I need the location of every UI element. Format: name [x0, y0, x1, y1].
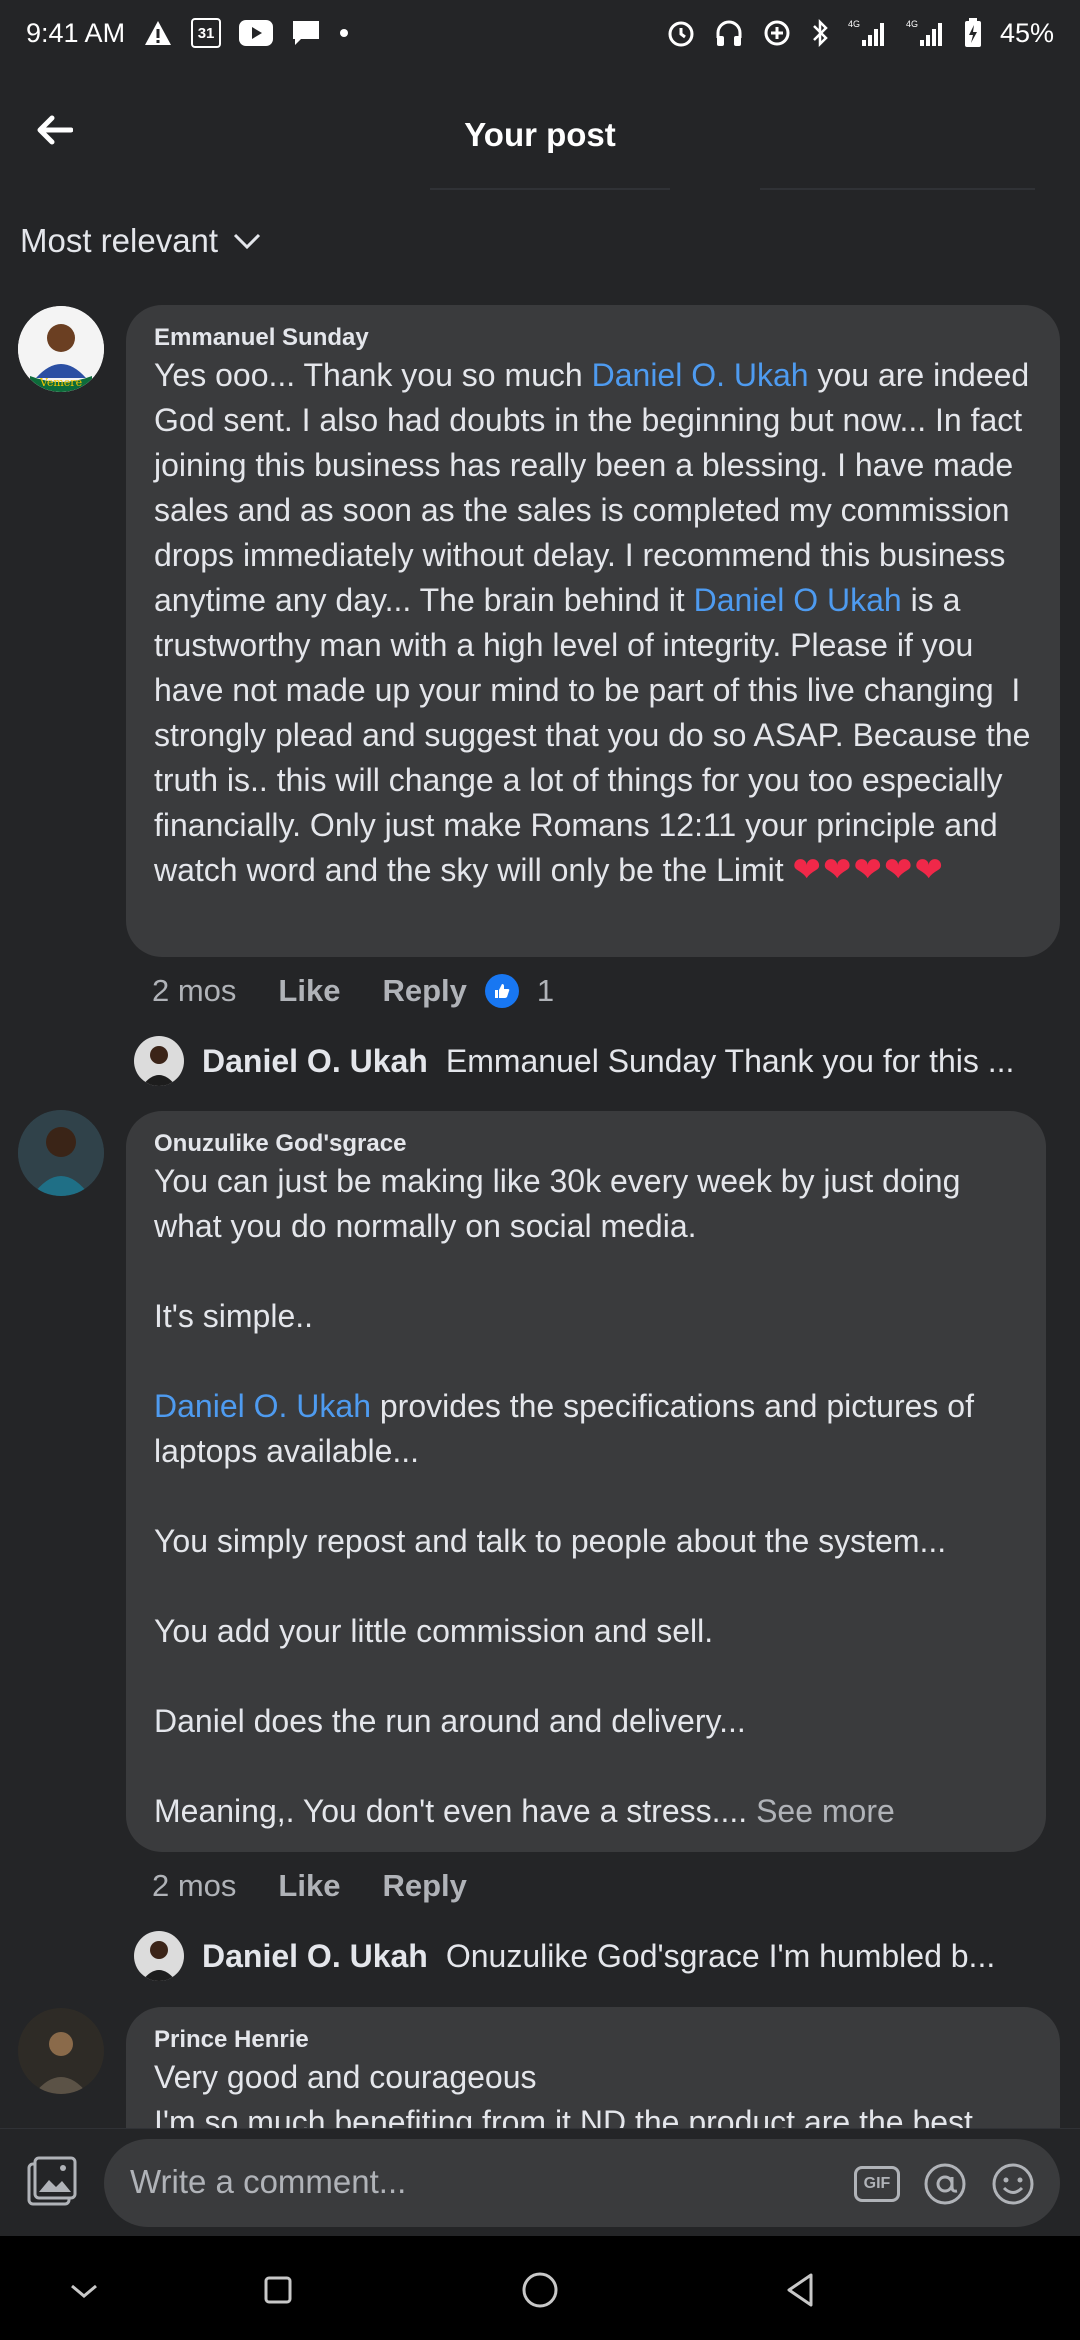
mention-icon	[924, 2163, 966, 2205]
gif-label: GIF	[863, 2175, 891, 2192]
reply-text: Emmanuel Sunday Thank you for this ...	[445, 1042, 1015, 1079]
reply-preview[interactable]: Daniel O. Ukah Emmanuel Sunday Thank you…	[134, 1036, 1014, 1086]
recents-icon	[264, 2276, 292, 2304]
emoji-button[interactable]	[990, 2161, 1036, 2207]
gif-button[interactable]: GIF	[852, 2161, 902, 2207]
chevron-down-icon	[71, 2284, 97, 2298]
comment-text-segment: provides the specifications and pictures…	[154, 1388, 974, 1829]
hide-keyboard-button[interactable]	[56, 2262, 112, 2318]
see-more-link[interactable]: See more	[756, 1793, 895, 1829]
like-button[interactable]: Like	[278, 973, 340, 1009]
header-divider-2	[760, 188, 1035, 190]
back-triangle-icon	[787, 2273, 813, 2307]
sort-dropdown[interactable]: Most relevant	[20, 222, 262, 260]
recents-button[interactable]	[250, 2262, 306, 2318]
avatar	[134, 1931, 184, 1981]
calendar-day: 31	[197, 24, 215, 42]
chevron-down-icon	[234, 233, 261, 250]
avatar[interactable]	[18, 2008, 104, 2094]
heart-emojis: ❤❤❤❤❤	[792, 851, 945, 889]
photo-icon	[27, 2156, 77, 2206]
avatar	[134, 1036, 184, 1086]
comment-text-segment: Yes ooo... Thank you so much	[154, 357, 592, 393]
data-saver-icon	[762, 18, 792, 48]
comment-text: You can just be making like 30k every we…	[154, 1159, 1018, 1834]
header-divider	[430, 188, 670, 190]
headphones-icon	[714, 18, 744, 48]
svg-text:Vemere: Vemere	[39, 376, 82, 389]
system-nav-bar	[0, 2236, 1080, 2340]
comment-input-placeholder: Write a comment...	[130, 2163, 407, 2200]
avatar[interactable]	[18, 1110, 104, 1196]
more-notifications-dot-icon	[339, 28, 349, 38]
message-icon	[291, 19, 321, 47]
comment-text: Yes ooo... Thank you so much Daniel O. U…	[154, 353, 1032, 893]
comment-composer: Write a comment... GIF	[0, 2128, 1080, 2237]
reply-button[interactable]: Reply	[382, 973, 466, 1009]
battery-percent: 45%	[999, 17, 1054, 48]
comment-author[interactable]: Prince Henrie	[154, 2025, 1032, 2055]
avatar[interactable]: Vemere	[18, 306, 104, 392]
app-bar: Your post	[0, 78, 1080, 190]
reply-button[interactable]: Reply	[382, 1868, 466, 1904]
comment-bubble: Onuzulike God'sgrace You can just be mak…	[126, 1111, 1046, 1852]
reply-author: Daniel O. Ukah	[202, 1042, 428, 1079]
comment-text-segment: You can just be making like 30k every we…	[154, 1163, 961, 1334]
comment-text-segment: you are indeed God sent. I also had doub…	[154, 357, 1039, 618]
reply-author: Daniel O. Ukah	[202, 1937, 428, 1974]
comment-time: 2 mos	[152, 973, 237, 1008]
signal-icon: 4G	[848, 18, 888, 48]
battery-charging-icon	[964, 18, 982, 48]
photo-button[interactable]	[22, 2151, 82, 2211]
reaction-count: 1	[536, 973, 555, 1008]
emoji-icon	[992, 2163, 1034, 2205]
comment-actions: 2 mos Like Reply	[152, 1868, 467, 1904]
status-bar: 9:41 AM 31 4G 4G 45%	[0, 0, 1080, 66]
gif-icon: GIF	[854, 2166, 900, 2202]
comment-time: 2 mos	[152, 1868, 237, 1903]
home-button[interactable]	[512, 2262, 568, 2318]
signal-icon-2: 4G	[906, 18, 946, 48]
comment-text-segment: is a trustworthy man with a high level o…	[154, 582, 1040, 888]
reply-text: Onuzulike God'sgrace I'm humbled b...	[445, 1937, 996, 1974]
comment-input[interactable]: Write a comment... GIF	[104, 2139, 1060, 2227]
mention-link[interactable]: Daniel O. Ukah	[592, 357, 809, 393]
back-nav-button[interactable]	[772, 2262, 828, 2318]
like-reaction-icon[interactable]	[484, 974, 519, 1008]
sort-label: Most relevant	[20, 222, 219, 259]
like-button[interactable]: Like	[278, 1868, 340, 1904]
calendar-icon: 31	[191, 18, 222, 48]
comment-author[interactable]: Emmanuel Sunday	[154, 323, 1032, 353]
youtube-icon	[239, 20, 274, 46]
home-icon	[522, 2272, 558, 2308]
status-time: 9:41 AM	[26, 17, 126, 48]
mention-button[interactable]	[922, 2161, 968, 2207]
warning-icon	[143, 19, 173, 47]
comment-bubble: Emmanuel Sunday Yes ooo... Thank you so …	[126, 305, 1060, 957]
page-title: Your post	[464, 116, 616, 153]
mention-link[interactable]: Daniel O Ukah	[694, 582, 902, 618]
reply-preview[interactable]: Daniel O. Ukah Onuzulike God'sgrace I'm …	[134, 1931, 995, 1981]
alarm-icon	[666, 18, 696, 48]
svg-text:4G: 4G	[906, 19, 918, 29]
comment-actions: 2 mos Like Reply 1	[152, 973, 554, 1009]
comment-author[interactable]: Onuzulike God'sgrace	[154, 1129, 1018, 1159]
bluetooth-icon	[810, 18, 830, 48]
mention-link[interactable]: Daniel O. Ukah	[154, 1388, 371, 1424]
svg-text:4G: 4G	[848, 19, 860, 29]
